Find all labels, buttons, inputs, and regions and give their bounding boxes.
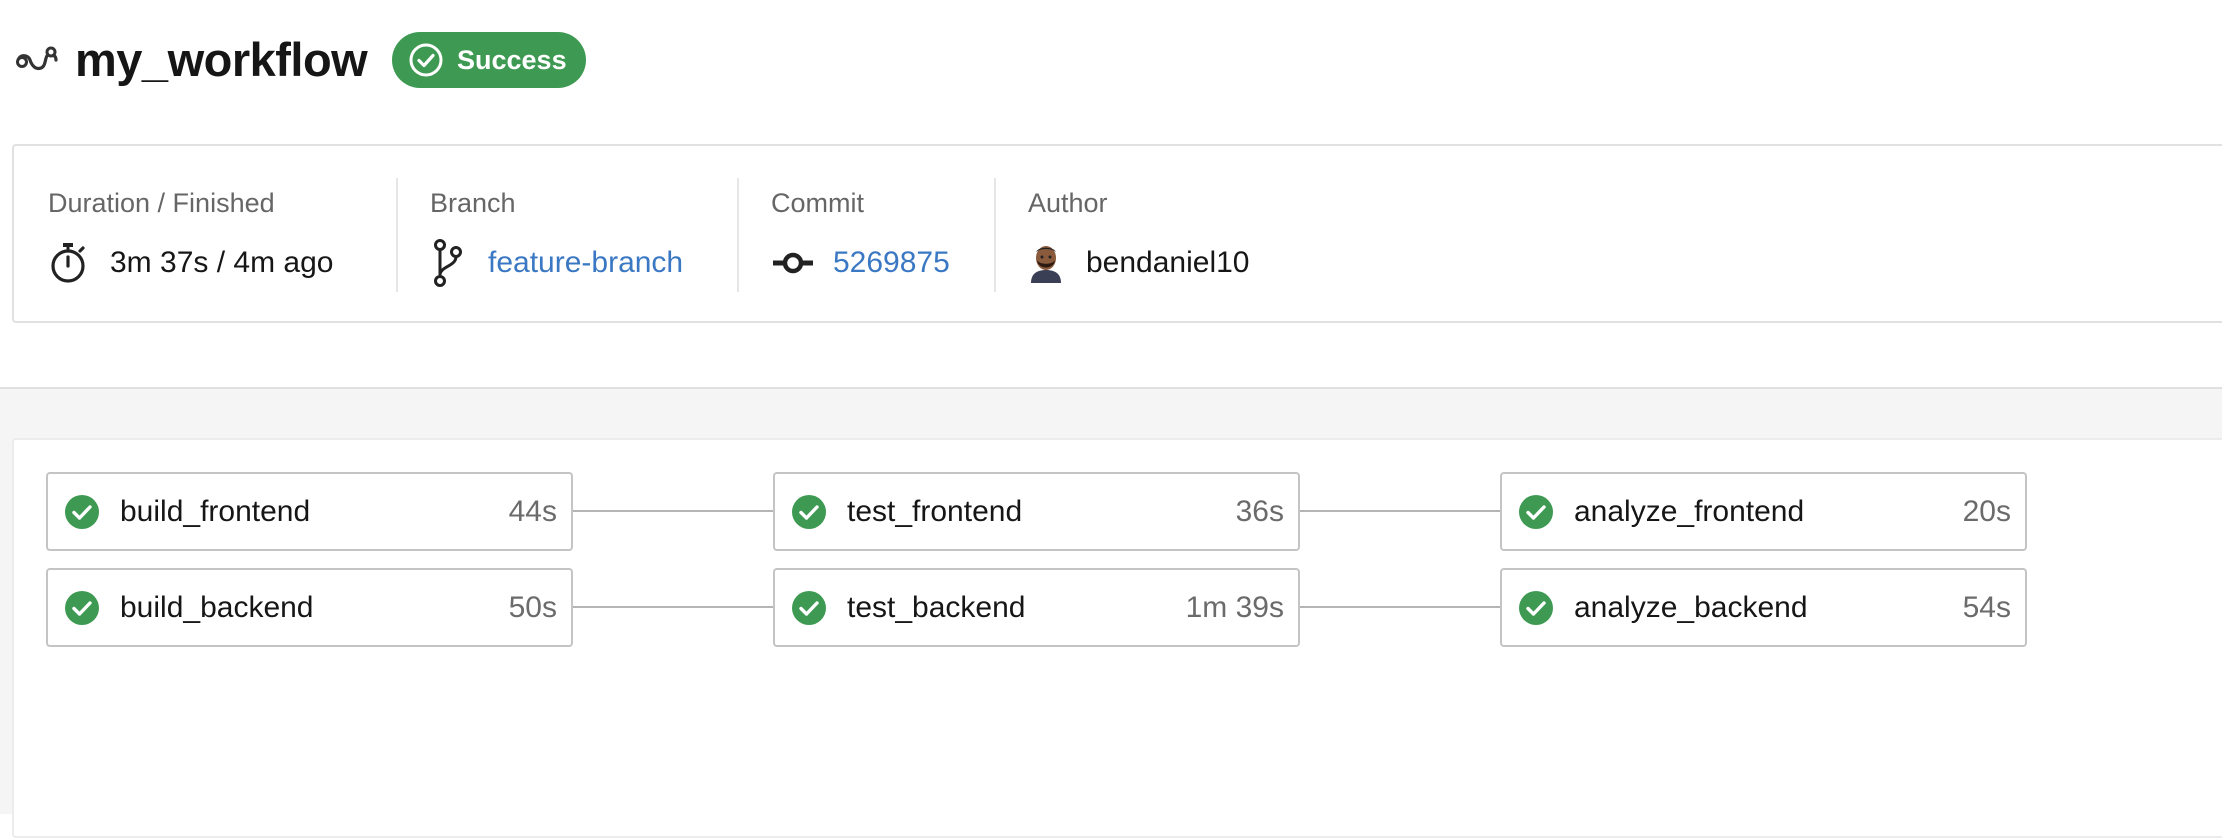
job-duration: 20s <box>1962 494 2011 528</box>
job-test-backend[interactable]: test_backend 1m 39s <box>773 568 1300 647</box>
branch-label: Branch <box>430 188 516 218</box>
workflow-icon <box>16 46 58 71</box>
job-name: test_frontend <box>847 494 1023 528</box>
workflow-summary-card: Duration / Finished 3m 37s / 4m ago Bran… <box>12 144 2222 323</box>
job-connector <box>1300 606 1502 608</box>
job-name: analyze_backend <box>1574 590 1808 624</box>
check-circle-icon <box>1519 590 1553 625</box>
job-build-frontend[interactable]: build_frontend 44s <box>46 472 573 551</box>
job-name: build_backend <box>120 590 314 624</box>
check-circle-icon <box>1519 494 1553 529</box>
workflow-header: my_workflow Success <box>0 0 2222 120</box>
job-duration: 44s <box>508 494 557 528</box>
check-circle-icon <box>65 590 99 625</box>
job-connector <box>573 606 775 608</box>
duration-label: Duration / Finished <box>48 188 275 218</box>
commit-label: Commit <box>771 188 864 218</box>
workflow-title: my_workflow <box>75 33 368 86</box>
check-circle-icon <box>792 590 826 625</box>
job-analyze-frontend[interactable]: analyze_frontend 20s <box>1500 472 2027 551</box>
job-build-backend[interactable]: build_backend 50s <box>46 568 573 647</box>
divider <box>737 178 739 292</box>
job-duration: 36s <box>1235 494 1284 528</box>
job-name: build_frontend <box>120 494 311 528</box>
job-name: analyze_frontend <box>1574 494 1805 528</box>
job-connector <box>1300 510 1502 512</box>
author-name: bendaniel10 <box>1086 246 1250 279</box>
job-duration: 1m 39s <box>1185 590 1284 624</box>
duration-value: 3m 37s / 4m ago <box>110 246 334 279</box>
job-duration: 50s <box>508 590 557 624</box>
git-branch-icon <box>434 239 462 287</box>
author-label: Author <box>1028 188 1108 218</box>
status-badge: Success <box>392 32 586 88</box>
job-test-frontend[interactable]: test_frontend 36s <box>773 472 1300 551</box>
stopwatch-icon <box>51 243 85 283</box>
divider <box>994 178 996 292</box>
commit-link[interactable]: 5269875 <box>833 246 950 280</box>
check-circle-icon <box>409 43 443 77</box>
check-circle-icon <box>65 494 99 529</box>
avatar <box>1031 246 1061 283</box>
job-duration: 54s <box>1962 590 2011 624</box>
job-name: test_backend <box>847 590 1026 624</box>
job-analyze-backend[interactable]: analyze_backend 54s <box>1500 568 2027 647</box>
git-commit-icon <box>773 252 813 274</box>
check-circle-icon <box>792 494 826 529</box>
branch-link[interactable]: feature-branch <box>488 246 683 280</box>
status-label: Success <box>457 44 567 75</box>
job-connector <box>573 510 775 512</box>
divider <box>396 178 398 292</box>
